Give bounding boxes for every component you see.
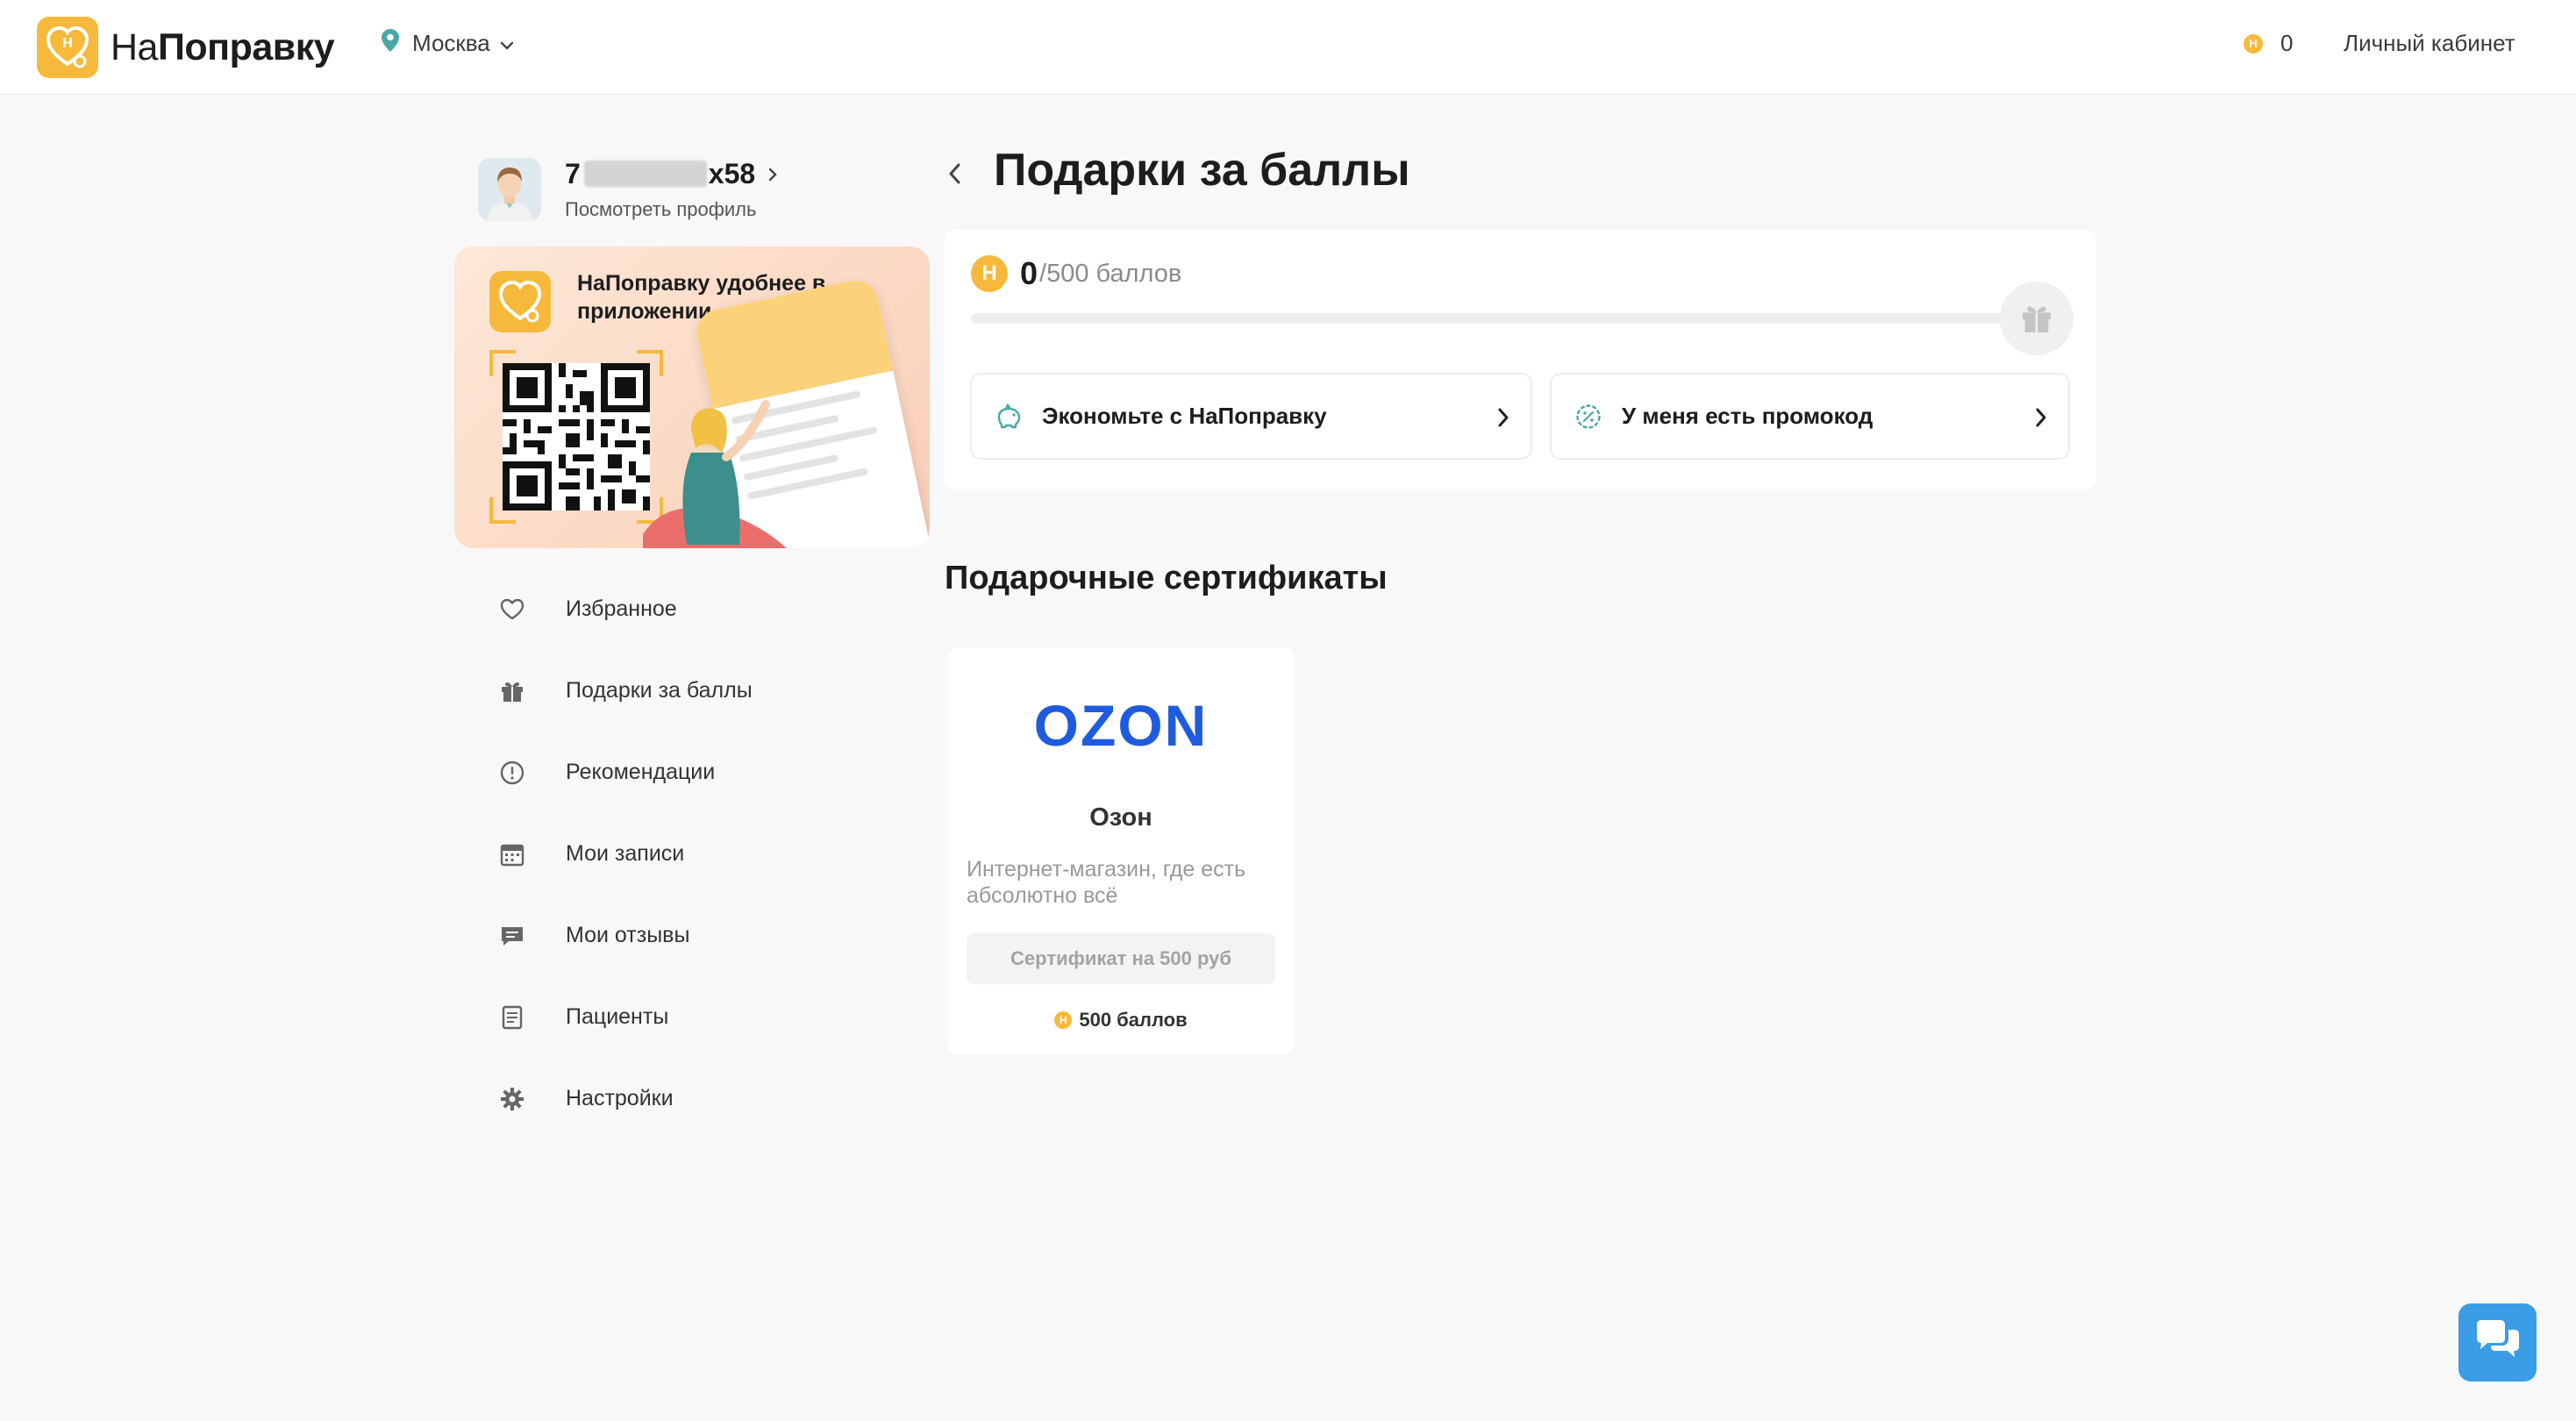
profile-name-suffix: x58	[708, 158, 756, 189]
action-label: У меня есть промокод	[1622, 403, 1873, 429]
points-current: 0	[1020, 255, 1038, 291]
sidebar-item-label: Рекомендации	[566, 760, 716, 784]
heart-icon	[496, 594, 528, 625]
action-label: Экономьте с НаПоправку	[1042, 403, 1327, 429]
gear-icon	[496, 1083, 528, 1115]
profile-block[interactable]: 7 x58 Посмотреть профиль	[478, 158, 778, 221]
gift-certificates-title: Подарочные сертификаты	[945, 560, 1388, 596]
gift-icon	[496, 675, 528, 707]
chat-button[interactable]	[2458, 1303, 2537, 1382]
qr-pattern	[503, 363, 650, 511]
ozon-logo: OZON	[1026, 693, 1216, 760]
points-total: /500 баллов	[1039, 259, 1182, 288]
woman-illustration	[636, 369, 792, 548]
promo-code-button[interactable]: У меня есть промокод	[1550, 373, 2070, 460]
profile-name-prefix: 7	[565, 158, 581, 189]
chevron-right-icon	[2033, 404, 2049, 435]
top-header: Н НаПоправку Москва Н 0 Личный кабинет	[0, 0, 2576, 95]
points-summary: Н 0 /500 баллов	[971, 255, 1181, 292]
sidebar-item-appointments[interactable]: Мои записи	[496, 813, 753, 895]
app-promo-banner[interactable]: НаПоправку удобнее в приложении	[454, 246, 930, 548]
sidebar-item-label: Пациенты	[566, 1004, 669, 1029]
gift-goal-icon	[2000, 282, 2073, 355]
sidebar-item-recommendations[interactable]: Рекомендации	[496, 732, 753, 813]
gift-price: Н 500 баллов	[947, 1009, 1295, 1032]
logo-text-part2: Поправку	[157, 25, 335, 68]
sidebar-item-settings[interactable]: Настройки	[496, 1058, 753, 1139]
logo-text-part1: На	[111, 25, 158, 68]
chevron-down-icon	[499, 30, 515, 57]
sidebar-menu: Избранное Подарки за баллы Рекомендации …	[496, 568, 753, 1139]
page-title: Подарки за баллы	[994, 145, 1410, 196]
sidebar-item-label: Мои отзывы	[566, 923, 690, 947]
sidebar-item-reviews[interactable]: Мои отзывы	[496, 895, 753, 976]
chevron-right-icon	[767, 158, 778, 189]
sidebar-item-favorites[interactable]: Избранное	[496, 568, 753, 650]
header-points-value: 0	[2280, 30, 2294, 56]
points-coin-icon: Н	[1054, 1011, 1073, 1029]
sidebar-item-patients[interactable]: Пациенты	[496, 976, 753, 1058]
logo-heart-icon: Н	[37, 17, 98, 78]
gift-name: Озон	[1089, 803, 1152, 832]
points-coin-icon: Н	[971, 255, 1008, 292]
points-card: Н 0 /500 баллов Экономьте с НаПоправку У…	[945, 229, 2096, 490]
chevron-right-icon	[1495, 404, 1511, 435]
chat-bubbles-icon	[2473, 1319, 2522, 1366]
comment-icon	[496, 920, 528, 952]
gift-card-ozon[interactable]: OZON Озон Интернет-магазин, где есть абс…	[947, 647, 1295, 1054]
profile-info: 7 x58 Посмотреть профиль	[565, 158, 778, 221]
app-logo-icon	[489, 271, 551, 332]
site-logo[interactable]: Н НаПоправку	[37, 17, 335, 78]
sidebar-item-label: Подарки за баллы	[566, 678, 753, 703]
points-coin-icon: Н	[2244, 33, 2263, 54]
city-selector[interactable]: Москва	[381, 28, 515, 59]
logo-text: НаПоправку	[111, 25, 335, 69]
alert-circle-icon	[496, 757, 528, 789]
piggy-bank-icon	[993, 401, 1024, 432]
calendar-icon	[496, 839, 528, 870]
view-profile-link[interactable]: Посмотреть профиль	[565, 198, 778, 221]
profile-name[interactable]: 7 x58	[565, 158, 778, 189]
sidebar-item-label: Мои записи	[566, 841, 685, 866]
qr-code	[489, 350, 663, 524]
document-icon	[496, 1002, 528, 1033]
points-progress-bar	[971, 313, 2023, 324]
personal-cabinet-link[interactable]: Личный кабинет	[2344, 30, 2515, 57]
avatar	[478, 158, 541, 221]
sidebar-item-label: Избранное	[566, 596, 677, 621]
back-arrow-icon[interactable]	[944, 158, 967, 194]
save-with-napopravku-button[interactable]: Экономьте с НаПоправку	[970, 373, 1532, 460]
sidebar-item-label: Настройки	[566, 1086, 674, 1110]
city-name: Москва	[412, 30, 490, 56]
gift-description: Интернет-магазин, где есть абсолютно всё	[967, 857, 1246, 908]
header-points[interactable]: Н 0	[2244, 30, 2293, 57]
sidebar-item-gifts[interactable]: Подарки за баллы	[496, 650, 753, 732]
logo-letter: Н	[62, 36, 73, 51]
percent-badge-icon	[1573, 401, 1604, 432]
location-pin-icon	[381, 28, 400, 59]
profile-name-blurred	[583, 161, 707, 187]
gift-price-value: 500 баллов	[1079, 1009, 1188, 1031]
gift-certificate-value: Сертификат на 500 руб	[967, 933, 1275, 984]
ozon-logo-text: OZON	[1034, 696, 1209, 756]
